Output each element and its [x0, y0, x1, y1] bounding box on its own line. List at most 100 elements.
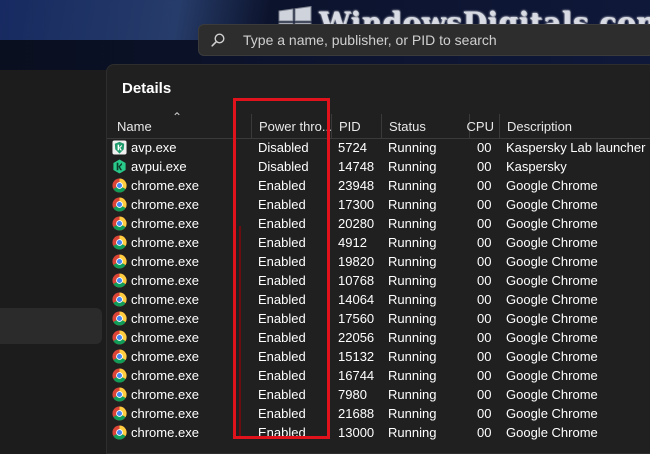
status-value: Running	[388, 216, 437, 231]
pid-value: 21688	[338, 406, 375, 421]
pid-value: 10768	[338, 273, 375, 288]
cpu-value: 00	[477, 311, 492, 326]
column-header-description[interactable]: Description	[499, 114, 650, 138]
pid-value: 19820	[338, 254, 375, 269]
sidebar	[0, 70, 106, 446]
table-row[interactable]: chrome.exe Enabled 16744 Running 00 Google Ch…	[107, 366, 650, 385]
pid-value: 13000	[338, 425, 375, 440]
column-header-cpu[interactable]: CPU	[467, 114, 499, 138]
chrome-icon	[112, 387, 127, 402]
power-throttling-value: Enabled	[258, 330, 306, 345]
status-value: Running	[388, 425, 437, 440]
sidebar-item-details[interactable]	[0, 308, 102, 344]
process-name: avp.exe	[131, 140, 177, 155]
power-throttling-value: Enabled	[258, 197, 306, 212]
cpu-value: 00	[477, 197, 492, 212]
description-value: Google Chrome	[506, 273, 598, 288]
description-value: Google Chrome	[506, 368, 598, 383]
table-row[interactable]: chrome.exe Enabled 4912 Running 00 Google Chr…	[107, 233, 650, 252]
pid-value: 23948	[338, 178, 375, 193]
power-throttling-value: Enabled	[258, 292, 306, 307]
cpu-value: 00	[477, 349, 492, 364]
status-value: Running	[388, 349, 437, 364]
table-row[interactable]: chrome.exe Enabled 13000 Running 00 Google Ch…	[107, 423, 650, 442]
search-input[interactable]	[243, 32, 623, 48]
chrome-icon	[112, 425, 127, 440]
table-row[interactable]: chrome.exe Enabled 14064 Running 00 Google Ch…	[107, 290, 650, 309]
table-row[interactable]: chrome.exe Enabled 20280 Running 00 Google Ch…	[107, 214, 650, 233]
description-value: Google Chrome	[506, 425, 598, 440]
status-value: Running	[388, 387, 437, 402]
power-throttling-value: Enabled	[258, 216, 306, 231]
chrome-icon	[112, 406, 127, 421]
pid-value: 14748	[338, 159, 375, 174]
table-row[interactable]: chrome.exe Enabled 22056 Running 00 Google Ch…	[107, 328, 650, 347]
column-header-power-throttling[interactable]: Power thro...	[251, 114, 333, 138]
status-value: Running	[388, 292, 437, 307]
table-row[interactable]: chrome.exe Enabled 17560 Running 00 Google Ch…	[107, 309, 650, 328]
pid-value: 4912	[338, 235, 367, 250]
process-name: chrome.exe	[131, 330, 199, 345]
status-value: Running	[388, 273, 437, 288]
power-throttling-value: Enabled	[258, 349, 306, 364]
description-value: Kaspersky Lab launcher	[506, 140, 646, 155]
table-row[interactable]: avpui.exe Disabled 14748 Running 00 Kaspersky	[107, 157, 650, 176]
process-name: chrome.exe	[131, 216, 199, 231]
chrome-icon	[112, 178, 127, 193]
pid-value: 16744	[338, 368, 375, 383]
table-row[interactable]: chrome.exe Enabled 15132 Running 00 Google Ch…	[107, 347, 650, 366]
process-name: chrome.exe	[131, 273, 199, 288]
status-value: Running	[388, 178, 437, 193]
process-name: chrome.exe	[131, 387, 199, 402]
cpu-value: 00	[477, 140, 492, 155]
table-row[interactable]: chrome.exe Enabled 10768 Running 00 Google Ch…	[107, 271, 650, 290]
table-row[interactable]: chrome.exe Enabled 23948 Running 00 Google Ch…	[107, 176, 650, 195]
status-value: Running	[388, 406, 437, 421]
cpu-value: 00	[477, 425, 492, 440]
chrome-icon	[112, 330, 127, 345]
pid-value: 17560	[338, 311, 375, 326]
process-name: chrome.exe	[131, 406, 199, 421]
process-name: chrome.exe	[131, 235, 199, 250]
description-value: Google Chrome	[506, 254, 598, 269]
pid-value: 15132	[338, 349, 375, 364]
kaspersky-shield-icon	[112, 140, 127, 155]
table-row[interactable]: avp.exe Disabled 5724 Running 00 Kaspersky La…	[107, 138, 650, 157]
cpu-value: 00	[477, 159, 492, 174]
pid-value: 5724	[338, 140, 367, 155]
process-name: chrome.exe	[131, 292, 199, 307]
column-header-pid[interactable]: PID	[331, 114, 381, 138]
description-value: Google Chrome	[506, 197, 598, 212]
table-row[interactable]: chrome.exe Enabled 19820 Running 00 Google Ch…	[107, 252, 650, 271]
process-name: chrome.exe	[131, 254, 199, 269]
pid-value: 22056	[338, 330, 375, 345]
pid-value: 14064	[338, 292, 375, 307]
power-throttling-value: Disabled	[258, 140, 309, 155]
pid-value: 20280	[338, 216, 375, 231]
status-value: Running	[388, 254, 437, 269]
table-row[interactable]: chrome.exe Enabled 7980 Running 00 Google Chr…	[107, 385, 650, 404]
search-box[interactable]	[198, 24, 650, 56]
description-value: Google Chrome	[506, 330, 598, 345]
page-title: Details	[122, 80, 172, 97]
description-value: Google Chrome	[506, 235, 598, 250]
description-value: Google Chrome	[506, 216, 598, 231]
cpu-value: 00	[477, 235, 492, 250]
power-throttling-value: Enabled	[258, 311, 306, 326]
power-throttling-value: Enabled	[258, 254, 306, 269]
description-value: Google Chrome	[506, 349, 598, 364]
power-throttling-value: Enabled	[258, 406, 306, 421]
search-icon	[211, 33, 225, 47]
column-header-name[interactable]: Name	[107, 114, 251, 138]
table-row[interactable]: chrome.exe Enabled 17300 Running 00 Google Ch…	[107, 195, 650, 214]
chrome-icon	[112, 216, 127, 231]
cpu-value: 00	[477, 254, 492, 269]
table-row[interactable]: chrome.exe Enabled 21688 Running 00 Google Ch…	[107, 404, 650, 423]
power-throttling-value: Enabled	[258, 425, 306, 440]
chrome-icon	[112, 235, 127, 250]
cpu-value: 00	[477, 216, 492, 231]
status-value: Running	[388, 368, 437, 383]
column-header-status[interactable]: Status	[381, 114, 469, 138]
power-throttling-value: Enabled	[258, 368, 306, 383]
chrome-icon	[112, 349, 127, 364]
